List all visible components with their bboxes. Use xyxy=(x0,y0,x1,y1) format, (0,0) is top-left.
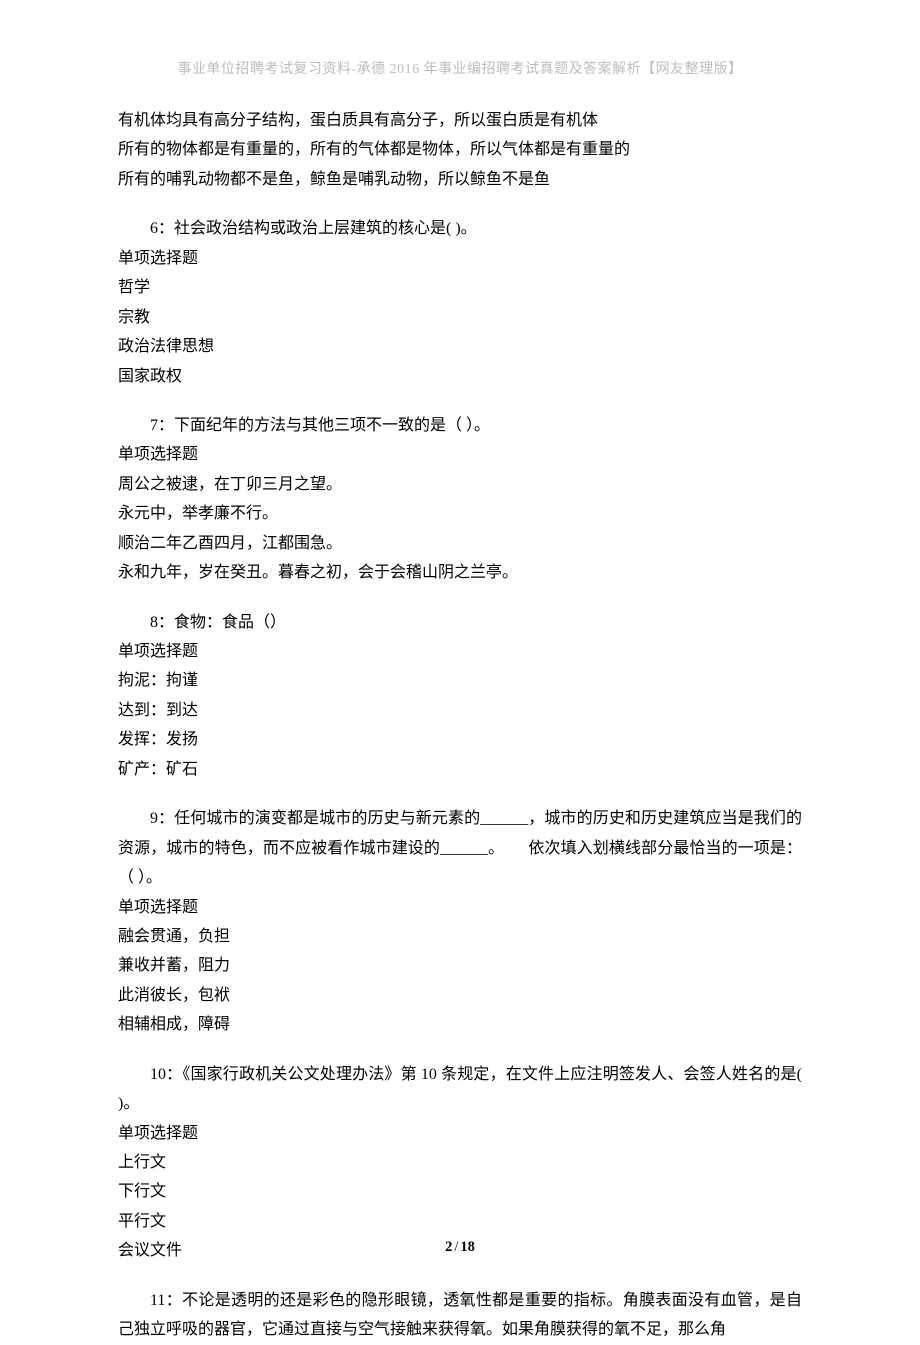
question-option: 顺治二年乙酉四月，江都围急。 xyxy=(118,529,802,558)
question-stem: 10：《国家行政机关公文处理办法》第 10 条规定，在文件上应注明签发人、会签人… xyxy=(118,1060,802,1119)
question-option: 永元中，举孝廉不行。 xyxy=(118,499,802,528)
question-stem: 9：任何城市的演变都是城市的历史与新元素的______，城市的历史和历史建筑应当… xyxy=(118,804,802,892)
question-type: 单项选择题 xyxy=(118,244,802,273)
question-option: 永和九年，岁在癸丑。暮春之初，会于会稽山阴之兰亭。 xyxy=(118,558,802,587)
question-option: 政治法律思想 xyxy=(118,332,802,361)
question-option: 宗教 xyxy=(118,303,802,332)
question-option: 发挥：发扬 xyxy=(118,725,802,754)
preamble-line: 有机体均具有高分子结构，蛋白质具有高分子，所以蛋白质是有机体 xyxy=(118,106,802,135)
page-total: 18 xyxy=(460,1239,475,1255)
question-option: 平行文 xyxy=(118,1207,802,1236)
question-option: 下行文 xyxy=(118,1177,802,1206)
question-option: 矿产：矿石 xyxy=(118,755,802,784)
question-option: 融会贯通，负担 xyxy=(118,922,802,951)
page: 事业单位招聘考试复习资料-承德 2016 年事业编招聘考试真题及答案解析【网友整… xyxy=(0,0,920,1302)
question-stem: 8：食物：食品（） xyxy=(118,608,802,637)
question-type: 单项选择题 xyxy=(118,1119,802,1148)
question-stem: 6：社会政治结构或政治上层建筑的核心是( )。 xyxy=(118,214,802,243)
content: 有机体均具有高分子结构，蛋白质具有高分子，所以蛋白质是有机体 所有的物体都是有重… xyxy=(118,106,802,1345)
question-type: 单项选择题 xyxy=(118,893,802,922)
question-type: 单项选择题 xyxy=(118,637,802,666)
question-11: 11：不论是透明的还是彩色的隐形眼镜，透氧性都是重要的指标。角膜表面没有血管，是… xyxy=(118,1286,802,1345)
page-number: 2/18 xyxy=(0,1239,920,1256)
preamble-block: 有机体均具有高分子结构，蛋白质具有高分子，所以蛋白质是有机体 所有的物体都是有重… xyxy=(118,106,802,194)
preamble-line: 所有的哺乳动物都不是鱼，鲸鱼是哺乳动物，所以鲸鱼不是鱼 xyxy=(118,165,802,194)
question-option: 此消彼长，包袱 xyxy=(118,981,802,1010)
question-type: 单项选择题 xyxy=(118,440,802,469)
question-stem: 11：不论是透明的还是彩色的隐形眼镜，透氧性都是重要的指标。角膜表面没有血管，是… xyxy=(118,1286,802,1345)
question-option: 达到：到达 xyxy=(118,696,802,725)
question-option: 相辅相成，障碍 xyxy=(118,1010,802,1039)
question-9: 9：任何城市的演变都是城市的历史与新元素的______，城市的历史和历史建筑应当… xyxy=(118,804,802,1040)
question-option: 上行文 xyxy=(118,1148,802,1177)
question-6: 6：社会政治结构或政治上层建筑的核心是( )。 单项选择题 哲学 宗教 政治法律… xyxy=(118,214,802,391)
question-10: 10：《国家行政机关公文处理办法》第 10 条规定，在文件上应注明签发人、会签人… xyxy=(118,1060,802,1266)
question-option: 兼收并蓄，阻力 xyxy=(118,951,802,980)
question-8: 8：食物：食品（） 单项选择题 拘泥：拘谨 达到：到达 发挥：发扬 矿产：矿石 xyxy=(118,608,802,785)
page-header: 事业单位招聘考试复习资料-承德 2016 年事业编招聘考试真题及答案解析【网友整… xyxy=(118,58,802,78)
question-option: 周公之被逮，在丁卯三月之望。 xyxy=(118,470,802,499)
preamble-line: 所有的物体都是有重量的，所有的气体都是物体，所以气体都是有重量的 xyxy=(118,135,802,164)
question-7: 7：下面纪年的方法与其他三项不一致的是（ ）。 单项选择题 周公之被逮，在丁卯三… xyxy=(118,411,802,588)
question-stem: 7：下面纪年的方法与其他三项不一致的是（ ）。 xyxy=(118,411,802,440)
question-option: 哲学 xyxy=(118,273,802,302)
question-option: 国家政权 xyxy=(118,362,802,391)
question-option: 拘泥：拘谨 xyxy=(118,666,802,695)
